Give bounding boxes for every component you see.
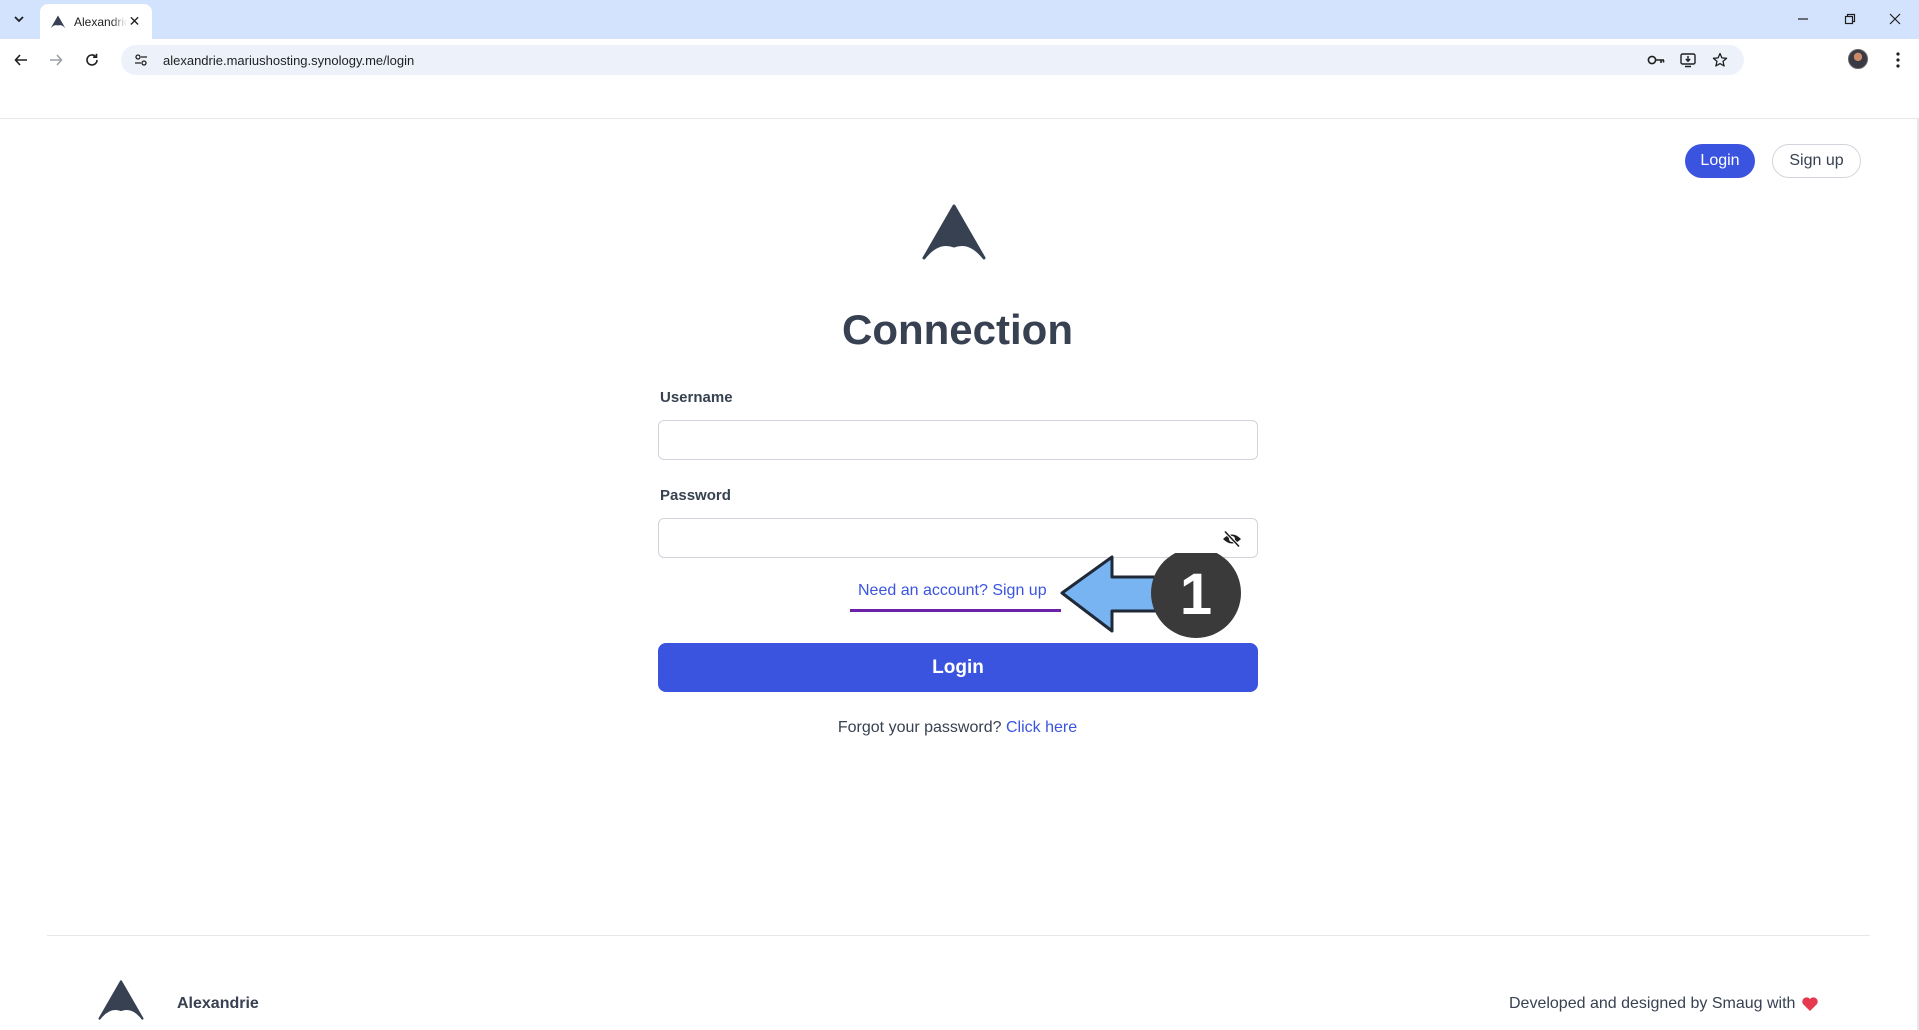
footer-credit-text: Developed and designed by Smaug with [1509,995,1796,1012]
browser-tab-active[interactable]: Alexandrie ✕ [40,4,152,39]
annotation-arrow-step: 1 [1060,553,1241,638]
password-manager-button[interactable] [1644,48,1668,72]
url-text: alexandrie.mariushosting.synology.me/log… [163,52,415,68]
alexandrie-logo-icon [50,15,66,28]
eye-off-icon [1223,530,1241,548]
reload-icon [86,53,98,66]
tune-icon [135,54,147,66]
browser-toolbar: alexandrie.mariushosting.synology.me/log… [0,39,1919,80]
heart-icon [1802,997,1819,1011]
username-input[interactable] [658,420,1258,460]
page-top-border [0,118,1919,119]
close-window-button[interactable] [1881,7,1909,31]
signup-link[interactable]: Need an account? Sign up [858,582,1047,600]
install-app-icon [1680,53,1696,68]
forgot-password-text: Forgot your password? [837,719,1002,736]
key-icon [1647,55,1665,65]
bookmark-button[interactable] [1708,48,1732,72]
star-icon [1712,52,1728,67]
profile-avatar[interactable] [1848,49,1868,69]
page-title: Connection [842,306,1073,353]
forgot-password-row: Forgot your password? Click here [0,719,1915,737]
annotation-step-number: 1 [1180,562,1212,627]
forgot-password-link[interactable]: Click here [1006,719,1077,736]
browser-menu-button[interactable] [1887,47,1909,73]
annotation-underline [850,609,1061,612]
tab-title: Alexandrie [74,14,127,29]
alexandrie-logo-icon [98,980,144,1020]
footer-brand-name: Alexandrie [177,995,259,1012]
kebab-menu-icon [1896,52,1900,68]
chevron-down-icon [14,16,24,23]
alexandrie-logo-icon [922,204,986,260]
back-button[interactable] [8,47,34,73]
restore-button[interactable] [1836,7,1864,31]
password-visibility-toggle[interactable] [1221,528,1243,550]
forward-button[interactable] [43,47,69,73]
close-icon[interactable]: ✕ [127,13,142,30]
close-window-icon [1889,13,1901,25]
footer-divider [47,935,1870,936]
minimize-button[interactable] [1789,7,1817,31]
site-info-button[interactable] [129,48,153,72]
header-signup-button[interactable]: Sign up [1772,144,1861,178]
header-login-button[interactable]: Login [1685,144,1755,178]
reload-button[interactable] [79,47,105,73]
login-submit-button[interactable]: Login [658,643,1258,692]
password-label: Password [660,487,731,504]
restore-icon [1844,13,1856,25]
back-arrow-icon [14,54,27,66]
forward-arrow-icon [50,54,63,66]
tab-search-button[interactable] [6,6,32,32]
footer-credit: Developed and designed by Smaug with [1509,995,1819,1013]
password-input[interactable] [658,518,1258,558]
minimize-icon [1798,18,1808,20]
install-app-button[interactable] [1676,48,1700,72]
address-bar[interactable]: alexandrie.mariushosting.synology.me/log… [121,45,1744,75]
username-label: Username [660,389,733,406]
browser-tabstrip: Alexandrie ✕ [0,0,1919,39]
